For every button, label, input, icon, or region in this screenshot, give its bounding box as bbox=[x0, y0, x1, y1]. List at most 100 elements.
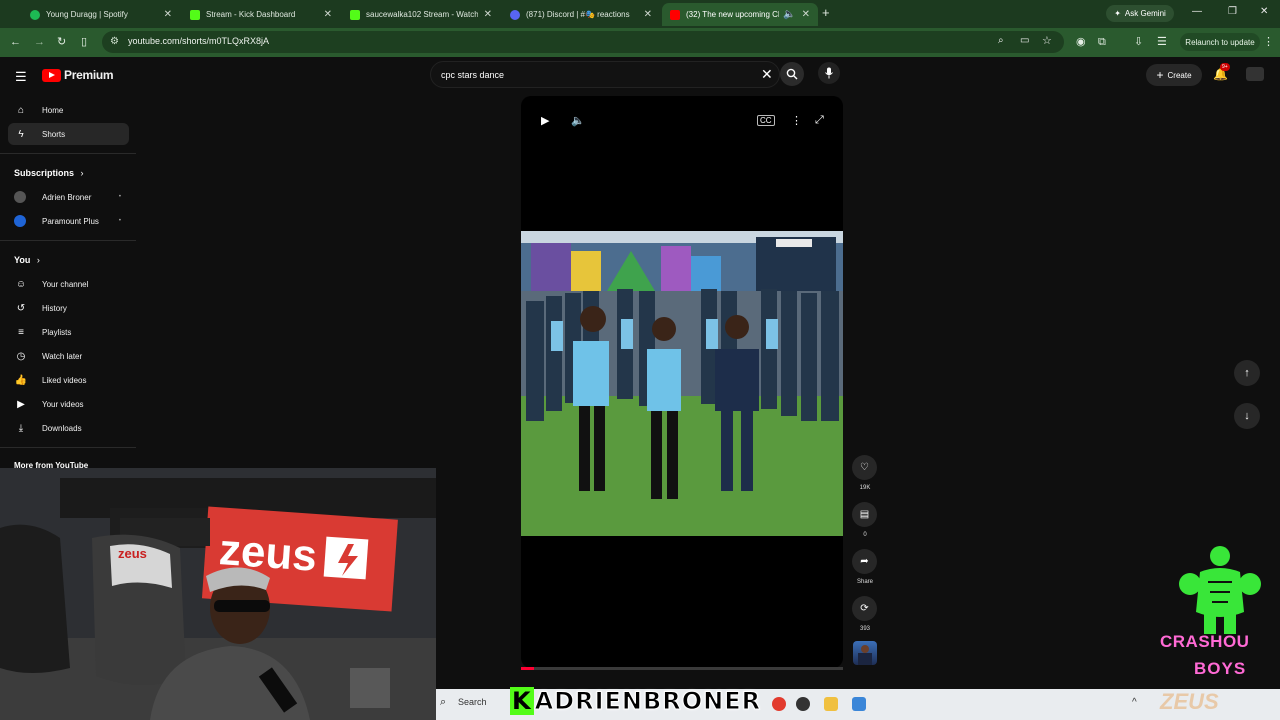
clear-icon[interactable]: ✕ bbox=[761, 66, 773, 83]
zeus-sign: zeus bbox=[217, 525, 319, 581]
ask-gemini-label: Ask Gemini bbox=[1124, 9, 1166, 18]
taskbar-search[interactable]: Search bbox=[458, 697, 487, 707]
arrow-down-icon: ↓ bbox=[1244, 410, 1250, 422]
remix-button[interactable]: ⟳ bbox=[852, 596, 877, 621]
search-icon[interactable]: ⌕ bbox=[998, 35, 1004, 46]
like-count: 19K bbox=[859, 485, 871, 491]
sidebar-item-your-channel[interactable]: ☺ Your channel bbox=[8, 273, 129, 295]
back-icon[interactable]: ← bbox=[10, 36, 21, 48]
reload-icon[interactable]: ↻ bbox=[57, 36, 66, 48]
sidebar-item-label: History bbox=[42, 303, 67, 313]
folder-icon[interactable] bbox=[824, 697, 838, 711]
remix-count: 393 bbox=[859, 626, 870, 632]
download-icon: ⤓ bbox=[18, 422, 24, 434]
share-button[interactable]: ➦ bbox=[852, 549, 877, 574]
previous-short-button[interactable]: ↑ bbox=[1234, 360, 1260, 386]
new-tab-button[interactable]: + bbox=[822, 5, 830, 20]
store-icon[interactable] bbox=[852, 697, 866, 711]
tab-youtube[interactable]: (32) The new upcoming CPC 🔈 ✕ bbox=[662, 3, 818, 26]
site-info-icon[interactable]: ⚙ bbox=[110, 36, 119, 47]
tab-title: Young Duragg | Spotify bbox=[46, 10, 128, 19]
captions-icon[interactable]: CC bbox=[757, 115, 775, 126]
like-button[interactable]: ♡ bbox=[852, 455, 877, 480]
sidebar-item-history[interactable]: ↺ History bbox=[8, 297, 129, 319]
playlists-icon: ≡ bbox=[18, 326, 24, 338]
restore-button[interactable]: ❐ bbox=[1228, 6, 1237, 17]
shorts-icon: ϟ bbox=[18, 128, 24, 140]
more-options-icon[interactable]: ⋮ bbox=[791, 114, 802, 127]
watermark-line-2: BOYS bbox=[1194, 659, 1247, 678]
chevron-up-icon[interactable]: ^ bbox=[1132, 697, 1137, 708]
tab-kick-stream[interactable]: saucewalka102 Stream - Watch ✕ bbox=[342, 3, 500, 26]
sidebar-item-liked-videos[interactable]: 👍 Liked videos bbox=[8, 369, 129, 391]
extension-icon[interactable]: ◉ bbox=[1076, 36, 1086, 48]
sidebar-item-watch-later[interactable]: ◷ Watch later bbox=[8, 345, 129, 367]
address-bar[interactable]: ⚙ youtube.com/shorts/m0TLQxRX8jA ⌕ ▭ ☆ bbox=[102, 31, 1064, 53]
sidebar-item-shorts[interactable]: ϟ Shorts bbox=[8, 123, 129, 145]
url-text: youtube.com/shorts/m0TLQxRX8jA bbox=[128, 36, 270, 46]
forward-icon[interactable]: → bbox=[34, 36, 45, 48]
search-input[interactable]: cpc stars dance ✕ bbox=[430, 61, 780, 88]
sidebar-item-downloads[interactable]: ⤓ Downloads bbox=[8, 417, 129, 439]
tab-discord[interactable]: (871) Discord | #🎭 reactions ✕ bbox=[502, 3, 660, 26]
channel-avatar[interactable] bbox=[853, 641, 877, 665]
logo-text: Premium bbox=[64, 68, 114, 82]
relaunch-button[interactable]: Relaunch to update bbox=[1180, 33, 1260, 51]
voice-search-button[interactable] bbox=[818, 62, 840, 84]
comment-button[interactable]: ▤ bbox=[852, 502, 877, 527]
menu-icon[interactable]: ⋮ bbox=[1263, 36, 1274, 48]
comment-count: 0 bbox=[863, 532, 867, 538]
profile-icon[interactable]: ☰ bbox=[1157, 36, 1167, 48]
share-icon: ➦ bbox=[860, 556, 869, 567]
fullscreen-icon[interactable]: ⤢ bbox=[815, 114, 824, 127]
search-query: cpc stars dance bbox=[441, 70, 505, 80]
side-panel-icon[interactable]: ▯ bbox=[81, 36, 87, 48]
search-button[interactable] bbox=[780, 62, 804, 86]
close-icon[interactable]: ✕ bbox=[324, 9, 332, 20]
app-icon[interactable] bbox=[772, 697, 786, 711]
close-icon[interactable]: ✕ bbox=[802, 9, 810, 20]
downloads-icon[interactable]: ⇩ bbox=[1134, 36, 1143, 48]
video-progress-fill bbox=[521, 667, 534, 670]
subscriptions-heading-label: Subscriptions bbox=[14, 168, 75, 178]
create-button[interactable]: + Create bbox=[1146, 64, 1202, 86]
video-icon: ▶ bbox=[17, 398, 25, 410]
subscriptions-heading[interactable]: Subscriptions › bbox=[14, 168, 84, 178]
chrome-icon[interactable] bbox=[796, 697, 810, 711]
play-icon[interactable]: ▶ bbox=[541, 114, 549, 127]
search-icon[interactable]: ⌕ bbox=[440, 696, 446, 709]
discord-icon bbox=[510, 9, 520, 20]
close-icon[interactable]: ✕ bbox=[644, 9, 652, 20]
hamburger-menu-icon[interactable]: ☰ bbox=[15, 69, 27, 85]
minimize-button[interactable]: — bbox=[1192, 6, 1202, 17]
volume-icon[interactable]: 🔈 bbox=[571, 114, 585, 127]
sidebar-item-paramount-plus[interactable]: Paramount Plus • bbox=[8, 210, 129, 232]
zeus-watermark: ZEUS bbox=[1160, 689, 1219, 714]
youtube-logo[interactable]: Premium bbox=[42, 68, 114, 82]
sidebar-item-home[interactable]: ⌂ Home bbox=[8, 99, 129, 121]
remix-icon: ⟳ bbox=[860, 603, 869, 614]
bookmark-star-icon[interactable]: ☆ bbox=[1042, 34, 1052, 47]
sidebar-item-adrien-broner[interactable]: Adrien Broner • bbox=[8, 186, 129, 208]
speaker-icon[interactable]: 🔈 bbox=[783, 9, 795, 20]
streamer-name-banner: K ADRIENBRONER bbox=[510, 687, 761, 716]
you-heading[interactable]: You › bbox=[14, 255, 40, 265]
video-frame[interactable] bbox=[521, 231, 843, 536]
close-icon[interactable]: ✕ bbox=[164, 9, 172, 20]
video-progress-bar[interactable] bbox=[521, 667, 843, 670]
puzzle-icon[interactable]: ⧉ bbox=[1098, 36, 1106, 48]
sidebar-item-your-videos[interactable]: ▶ Your videos bbox=[8, 393, 129, 415]
sidebar: ⌂ Home ϟ Shorts Subscriptions › Adrien B… bbox=[0, 93, 136, 473]
comment-icon: ▤ bbox=[859, 509, 870, 520]
next-short-button[interactable]: ↓ bbox=[1234, 403, 1260, 429]
tab-kick-dashboard[interactable]: Stream - Kick Dashboard ✕ bbox=[182, 3, 340, 26]
tab-spotify[interactable]: Young Duragg | Spotify ✕ bbox=[22, 3, 180, 26]
spotify-icon bbox=[30, 9, 40, 20]
shorts-player[interactable]: ▶ 🔈 CC ⋮ ⤢ bbox=[521, 96, 843, 668]
ask-gemini-button[interactable]: ✦ Ask Gemini bbox=[1106, 5, 1174, 22]
close-icon[interactable]: ✕ bbox=[484, 9, 492, 20]
cast-icon[interactable]: ▭ bbox=[1020, 35, 1029, 46]
sidebar-item-playlists[interactable]: ≡ Playlists bbox=[8, 321, 129, 343]
avatar[interactable] bbox=[1246, 67, 1264, 81]
window-close-button[interactable]: ✕ bbox=[1260, 6, 1268, 17]
